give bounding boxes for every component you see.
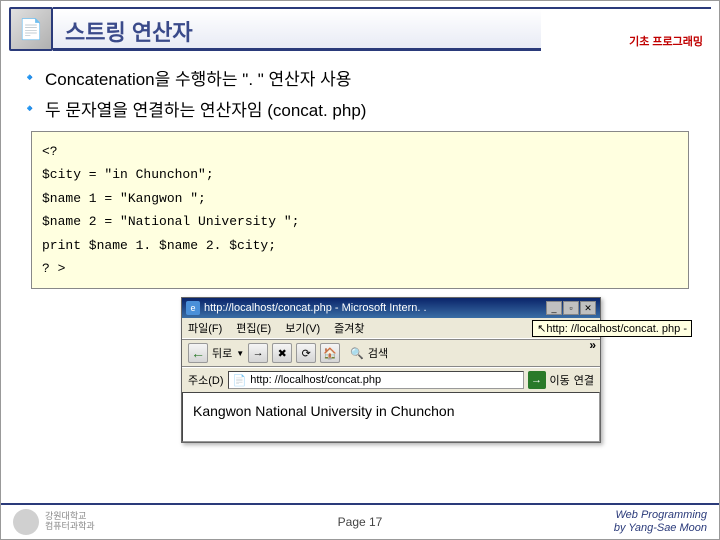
address-label: 주소(D) [188, 372, 224, 388]
bullet-icon: 🔹 [21, 69, 39, 87]
bullet-item: 🔹 Concatenation을 수행하는 ". " 연산자 사용 [21, 65, 699, 90]
go-button[interactable]: → [528, 371, 546, 389]
minimize-button[interactable]: _ [546, 301, 562, 315]
browser-addressbar: 주소(D) 📄 http: //localhost/concat.php → 이… [182, 367, 600, 392]
footer-logo-icon [13, 509, 39, 535]
credit-line1: Web Programming [614, 509, 707, 522]
menu-edit[interactable]: 편집(E) [236, 320, 271, 336]
dropdown-icon[interactable]: ▼ [236, 349, 244, 358]
slide-title: 스트링 연산자 [53, 7, 541, 51]
refresh-button[interactable]: ⟳ [296, 343, 316, 363]
code-line: ? > [42, 257, 678, 280]
bullet-icon: 🔹 [21, 100, 39, 118]
cursor-icon: ↖ [537, 323, 546, 335]
maximize-button[interactable]: ▫ [563, 301, 579, 315]
links-label[interactable]: 연결 [574, 372, 594, 388]
code-line: $name 1 = "Kangwon "; [42, 187, 678, 210]
bullet-text: Concatenation을 수행하는 ". " 연산자 사용 [45, 65, 351, 90]
slide-icon: 📄 [9, 7, 53, 51]
slide-footer: 강원대학교컴퓨터과학과 Page 17 Web Programming by Y… [1, 503, 719, 539]
code-line: $name 2 = "National University "; [42, 210, 678, 233]
slide-subtitle: 기초 프로그래밍 [629, 33, 703, 49]
back-label: 뒤로 [212, 345, 232, 361]
back-button[interactable]: ← [188, 343, 208, 363]
header-right: 기초 프로그래밍 [541, 7, 711, 51]
stop-button[interactable]: ✖ [272, 343, 292, 363]
browser-toolbar: ← 뒤로 ▼ → ✖ ⟳ 🏠 🔍 검색 [182, 339, 600, 367]
bullet-text: 두 문자열을 연결하는 연산자임 (concat. php) [45, 96, 366, 121]
menu-view[interactable]: 보기(V) [285, 320, 320, 336]
footer-logo-text: 강원대학교컴퓨터과학과 [45, 512, 95, 532]
address-value: http: //localhost/concat.php [250, 374, 381, 386]
ie-icon: e [186, 301, 200, 315]
forward-button[interactable]: → [248, 343, 268, 363]
browser-window: e http://localhost/concat.php - Microsof… [181, 297, 601, 443]
search-label: 검색 [368, 345, 388, 361]
url-tooltip: ↖http: //localhost/concat. php - [532, 320, 692, 337]
bullet-list: 🔹 Concatenation을 수행하는 ". " 연산자 사용 🔹 두 문자열을… [21, 65, 699, 121]
menu-file[interactable]: 파일(F) [188, 320, 222, 336]
chevron-icon[interactable]: » [589, 338, 596, 352]
code-line: print $name 1. $name 2. $city; [42, 234, 678, 257]
code-line: <? [42, 140, 678, 163]
browser-titlebar: e http://localhost/concat.php - Microsof… [182, 298, 600, 318]
close-button[interactable]: ✕ [580, 301, 596, 315]
credit-line2: by Yang-Sae Moon [614, 522, 707, 535]
code-block: <? $city = "in Chunchon"; $name 1 = "Kan… [31, 131, 689, 289]
bullet-item: 🔹 두 문자열을 연결하는 연산자임 (concat. php) [21, 96, 699, 121]
footer-credit: Web Programming by Yang-Sae Moon [614, 509, 707, 535]
page-number: Page 17 [338, 515, 383, 529]
code-line: $city = "in Chunchon"; [42, 163, 678, 186]
home-button[interactable]: 🏠 [320, 343, 340, 363]
search-icon[interactable]: 🔍 [350, 347, 364, 360]
browser-title-text: http://localhost/concat.php - Microsoft … [204, 302, 546, 314]
menu-favorites[interactable]: 즐겨찾 [334, 320, 364, 336]
page-icon: 📄 [233, 374, 247, 387]
go-label: 이동 [550, 372, 570, 388]
address-input[interactable]: 📄 http: //localhost/concat.php [228, 371, 524, 389]
tooltip-text: http: //localhost/concat. php - [546, 323, 687, 335]
browser-content: Kangwon National University in Chunchon [182, 392, 600, 442]
